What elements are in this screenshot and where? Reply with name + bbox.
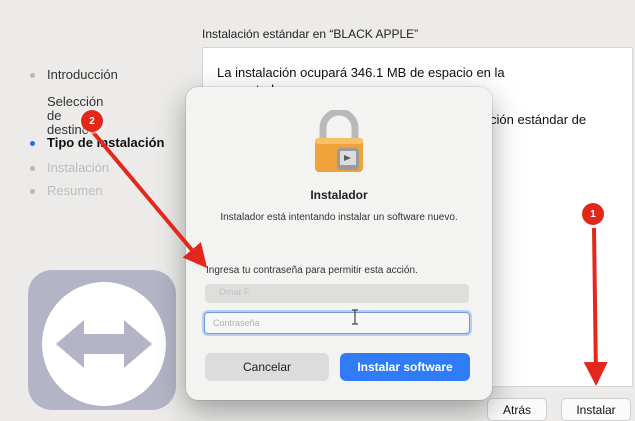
annotation-arrows bbox=[90, 129, 608, 386]
arrow-to-install bbox=[583, 227, 608, 386]
arrow-to-password bbox=[90, 129, 208, 269]
annotation-badge-1: 1 bbox=[582, 203, 604, 225]
annotation-badge-2: 2 bbox=[81, 110, 103, 132]
